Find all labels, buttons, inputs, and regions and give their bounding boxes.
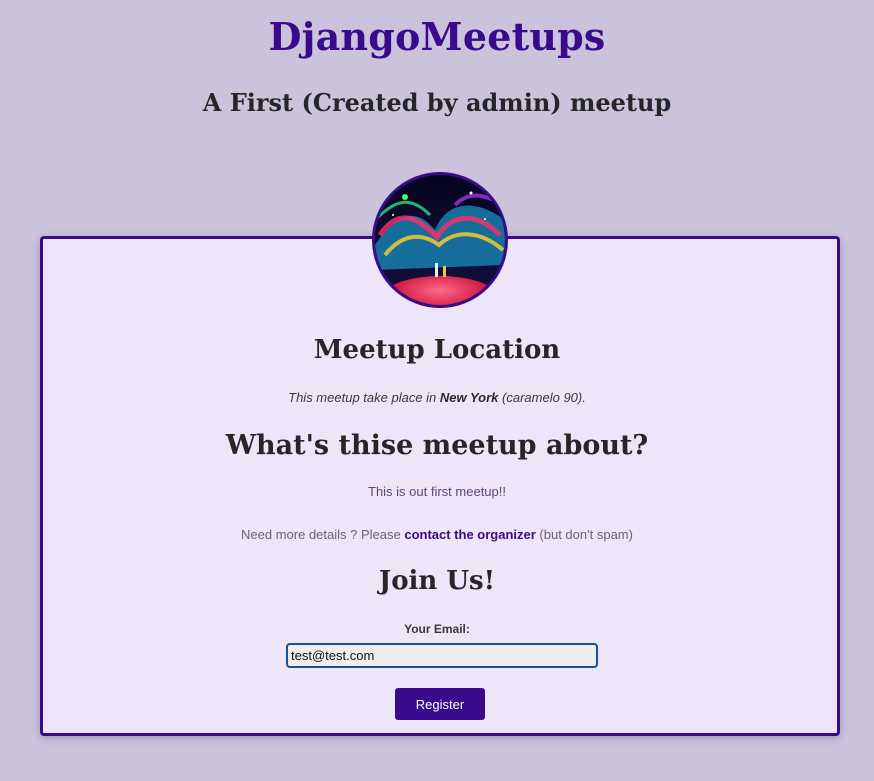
email-input[interactable]	[286, 643, 598, 668]
about-heading: What's thise meetup about?	[225, 430, 649, 461]
site-title: DjangoMeetups	[268, 14, 606, 59]
register-button[interactable]: Register	[395, 688, 485, 720]
location-suffix: (caramelo 90).	[498, 390, 586, 405]
details-text: Need more details ? Please contact the o…	[0, 527, 874, 542]
meetup-description: This is out first meetup!!	[368, 484, 506, 499]
location-prefix: This meetup take place in	[288, 390, 440, 405]
join-heading: Join Us!	[378, 566, 496, 596]
contact-organizer-link[interactable]: contact the organizer	[404, 527, 535, 542]
location-city: New York	[439, 390, 499, 405]
details-prefix: Need more details ? Please	[241, 527, 405, 542]
meetup-image	[372, 172, 508, 308]
location-heading: Meetup Location	[313, 335, 561, 365]
meetup-image-art	[375, 175, 505, 305]
location-text: This meetup take place in New York (cara…	[0, 390, 874, 405]
email-label: Your Email:	[404, 622, 470, 636]
meetup-title: A First (Created by admin) meetup	[202, 88, 672, 117]
details-suffix: (but don't spam)	[535, 527, 633, 542]
